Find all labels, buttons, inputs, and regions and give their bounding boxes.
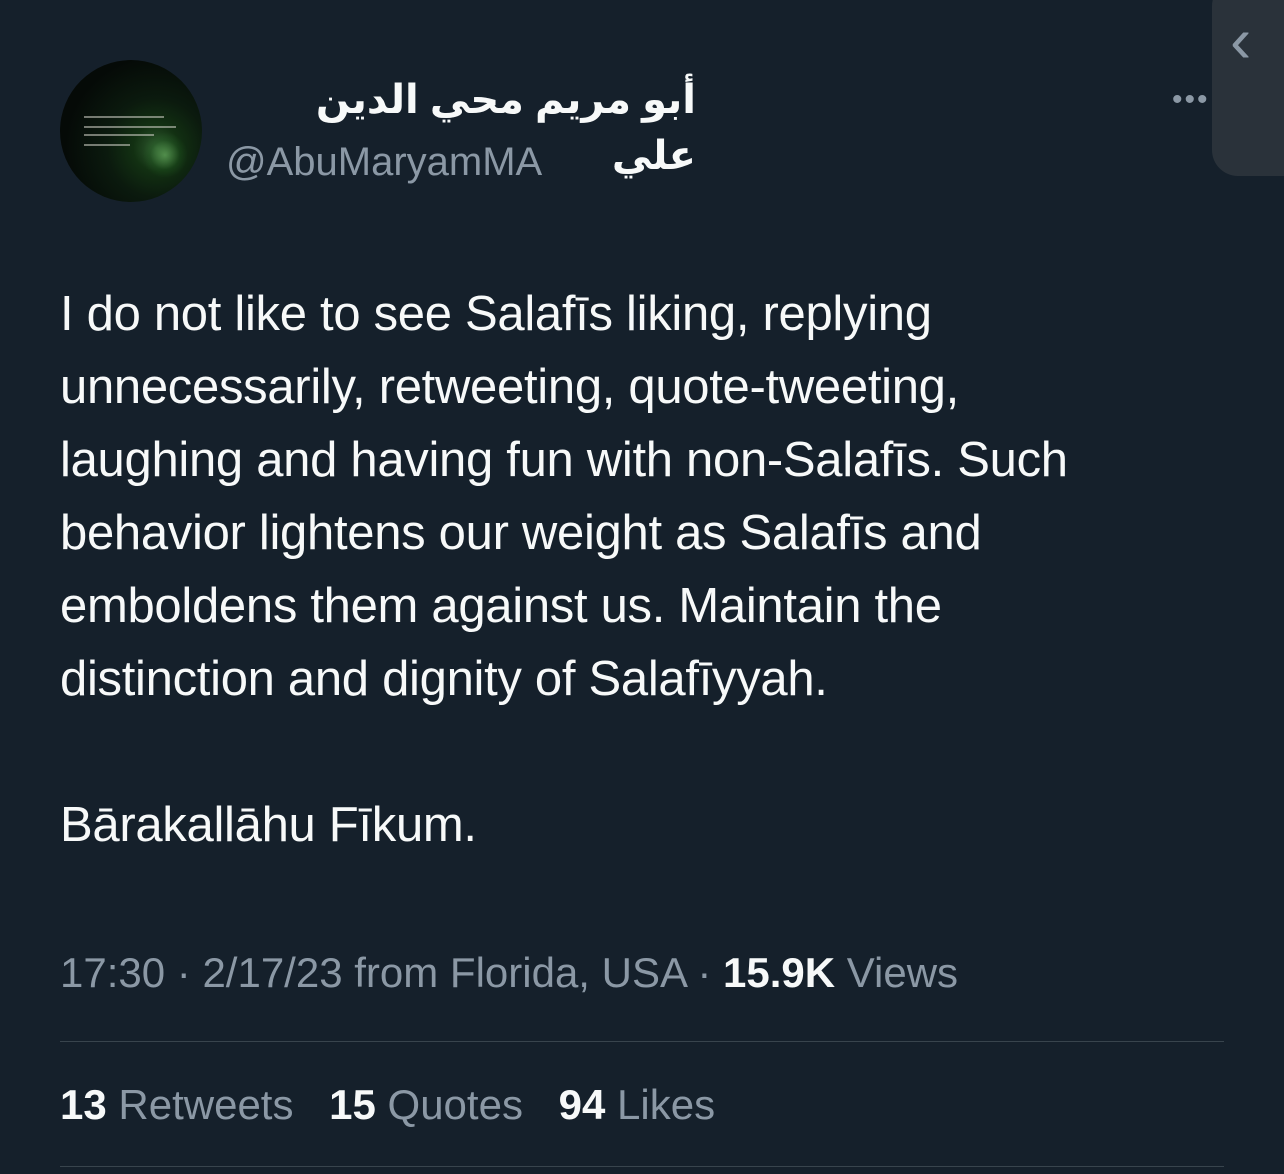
tweet-location: from Florida, USA (354, 949, 686, 996)
chevron-left-icon[interactable]: ‹ (1230, 0, 1270, 80)
tweet-meta: 17:30 · 2/17/23 from Florida, USA · 15.9… (60, 946, 958, 1000)
author-handle[interactable]: @AbuMaryamMA (226, 136, 542, 188)
views-count: 15.9K (723, 949, 836, 996)
retweets-count: 13 (60, 1081, 107, 1128)
meta-separator: · (165, 949, 203, 996)
views-label: Views (846, 949, 959, 996)
likes-count: 94 (558, 1081, 606, 1128)
quotes-stat[interactable]: 15 Quotes (329, 1081, 523, 1128)
likes-stat[interactable]: 94 Likes (559, 1081, 715, 1128)
divider (60, 1041, 1224, 1042)
quotes-count: 15 (329, 1081, 376, 1128)
tweet-date[interactable]: 2/17/23 (202, 949, 342, 996)
meta-separator: · (685, 949, 724, 996)
likes-label: Likes (617, 1081, 716, 1128)
avatar-glow (142, 132, 188, 178)
avatar-text-line (84, 116, 164, 118)
tweet-stats: 13 Retweets 15 Quotes 94 Likes (60, 1078, 739, 1132)
divider (60, 1166, 1224, 1167)
retweets-stat[interactable]: 13 Retweets (60, 1081, 293, 1128)
tweet-text: I do not like to see Salafīs liking, rep… (60, 287, 1068, 852)
more-options-icon[interactable]: ••• (1172, 80, 1216, 120)
tweet-time[interactable]: 17:30 (60, 949, 165, 996)
avatar-text-line (84, 144, 130, 146)
avatar-text-line (84, 134, 154, 136)
avatar[interactable] (60, 60, 202, 202)
retweets-label: Retweets (118, 1081, 294, 1128)
quotes-label: Quotes (387, 1081, 523, 1128)
avatar-text-line (84, 126, 176, 128)
